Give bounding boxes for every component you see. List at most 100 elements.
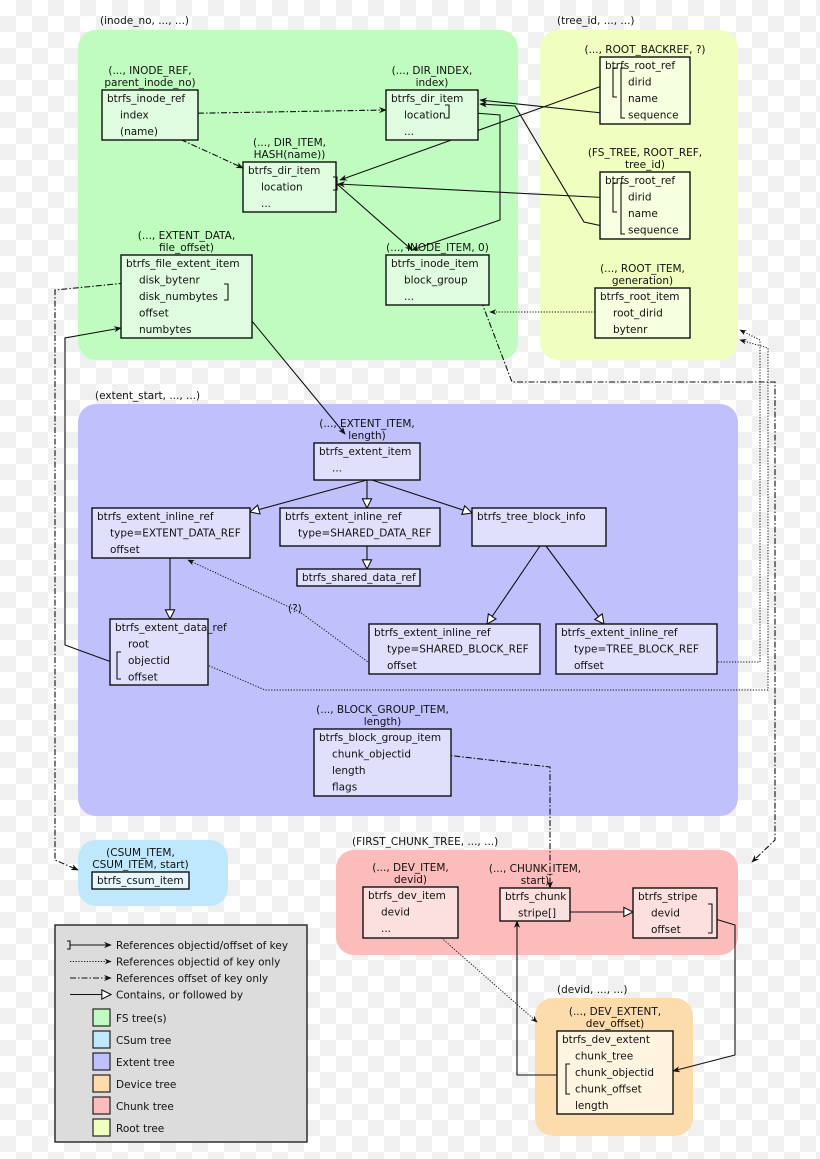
legend-swatch: [92, 1074, 111, 1093]
struct-field: location: [261, 182, 303, 194]
struct-field: type=SHARED_DATA_REF: [298, 528, 432, 540]
struct-field: ...: [381, 923, 391, 935]
uncertain-label: (?): [288, 603, 302, 615]
struct-field: root_dirid: [613, 308, 663, 320]
struct-field: root: [128, 639, 149, 651]
struct-tree-block-info: btrfs_tree_block_info: [471, 507, 607, 547]
struct-field: chunk_tree: [575, 1051, 633, 1063]
item-key: (..., DEV_EXTENT,: [569, 1006, 661, 1018]
item-key: (..., DIR_ITEM,: [253, 137, 326, 149]
item-key: (..., EXTENT_ITEM,: [319, 418, 415, 430]
item-key: parent_inode_no): [104, 77, 195, 89]
struct-title: btrfs_inode_ref: [107, 93, 185, 105]
item-key: tree_id): [625, 159, 665, 171]
item-key: generation): [612, 275, 673, 287]
struct-field: offset: [139, 308, 169, 320]
struct-root-item: (..., ROOT_ITEM,generation) btrfs_root_it…: [594, 263, 691, 339]
legend-label: References offset of key only: [116, 973, 268, 985]
legend-tree-label: CSum tree: [116, 1035, 171, 1047]
struct-inline-edr: btrfs_extent_inline_ref type=EXTENT_DATA_…: [91, 507, 251, 559]
item-key: (..., INODE_REF,: [108, 65, 191, 77]
struct-field: name: [628, 93, 658, 105]
struct-field: offset: [128, 672, 158, 684]
struct-title: btrfs_extent_inline_ref: [97, 511, 214, 523]
struct-field: offset: [651, 924, 681, 936]
struct-field: block_group: [404, 275, 468, 287]
struct-field: type=TREE_BLOCK_REF: [574, 644, 699, 656]
region-label-extent: (extent_start, ..., ...): [95, 390, 200, 402]
legend-swatch: [92, 1052, 111, 1071]
struct-dir-index: (..., DIR_INDEX,index) btrfs_dir_itemloca…: [385, 65, 479, 141]
item-key: length): [364, 716, 402, 728]
item-key: (..., INODE_ITEM, 0): [386, 242, 489, 254]
region-label-chunk: (FIRST_CHUNK_TREE, ..., ...): [352, 836, 498, 848]
struct-title: btrfs_extent_data_ref: [115, 622, 227, 634]
legend-tree-label: Extent tree: [116, 1057, 175, 1069]
struct-inline-tbr: btrfs_extent_inline_ref type=TREE_BLOCK_R…: [555, 623, 718, 675]
struct-field: offset: [387, 660, 417, 672]
legend-label: References objectid/offset of key: [116, 940, 288, 952]
struct-title: btrfs_extent_inline_ref: [374, 627, 491, 639]
legend-swatch: [92, 1030, 111, 1049]
struct-title: btrfs_dir_item: [248, 165, 320, 177]
struct-csum-item: (CSUM_ITEM,CSUM_ITEM, start) btrfs_csum_i…: [91, 847, 190, 890]
struct-field: ...: [261, 198, 271, 210]
struct-field: type=EXTENT_DATA_REF: [110, 528, 241, 540]
struct-field: dirid: [628, 77, 651, 89]
struct-field: type=SHARED_BLOCK_REF: [387, 644, 529, 656]
item-key: (..., EXTENT_DATA,: [138, 230, 235, 242]
item-key: (..., DEV_ITEM,: [372, 862, 448, 874]
struct-field: name: [628, 208, 658, 220]
struct-field: offset: [110, 544, 140, 556]
struct-title: btrfs_csum_item: [97, 875, 184, 887]
btrfs-structure-diagram: (inode_no, ..., ...) (tree_id, ..., ...) (…: [54, 15, 776, 1143]
struct-title: btrfs_block_group_item: [319, 732, 441, 744]
struct-title: btrfs_root_ref: [605, 60, 675, 72]
item-key: index): [416, 77, 449, 89]
struct-stripe: btrfs_stripedevid offset: [632, 887, 718, 939]
struct-inline-sbr: btrfs_extent_inline_ref type=SHARED_BLOCK…: [368, 623, 541, 675]
struct-field: dirid: [628, 192, 651, 204]
item-key: length): [348, 430, 386, 442]
item-key: (..., DIR_INDEX,: [392, 65, 473, 77]
struct-field: sequence: [628, 225, 679, 237]
struct-shared-data-ref: btrfs_shared_data_ref: [296, 568, 421, 587]
struct-dev-item: (..., DEV_ITEM,devid) btrfs_dev_itemdevid…: [362, 862, 459, 939]
struct-field: disk_numbytes: [139, 291, 218, 303]
item-key: (FS_TREE, ROOT_REF,: [588, 147, 702, 159]
struct-title: btrfs_dev_item: [368, 890, 446, 902]
region-label-device: (devid, ..., ...): [557, 984, 628, 996]
struct-field: bytenr: [613, 324, 648, 336]
struct-field: chunk_objectid: [332, 749, 411, 761]
struct-title: btrfs_stripe: [638, 891, 697, 903]
struct-field: index: [120, 110, 149, 122]
struct-title: btrfs_dev_extent: [562, 1034, 650, 1046]
region-label-fs: (inode_no, ..., ...): [100, 15, 189, 27]
struct-field: (name): [120, 126, 158, 138]
item-key: devid): [394, 874, 427, 886]
struct-field: devid: [381, 907, 410, 919]
struct-field: ...: [404, 126, 414, 138]
item-key: HASH(name)): [254, 149, 326, 161]
struct-title: btrfs_chunk: [505, 891, 567, 903]
legend-swatch: [92, 1096, 111, 1115]
struct-field: objectid: [128, 655, 170, 667]
struct-field: ...: [404, 291, 414, 303]
struct-chunk: (..., CHUNK_ITEM,start) btrfs_chunkstripe…: [489, 863, 581, 922]
legend-label: Contains, or followed by: [116, 990, 243, 1002]
struct-field: stripe[]: [518, 908, 556, 920]
struct-extent-item: (..., EXTENT_ITEM,length) btrfs_extent_it…: [313, 418, 421, 481]
item-key: dev_offset): [586, 1018, 644, 1030]
legend-swatch: [92, 1118, 111, 1137]
item-key: file_offset): [159, 242, 214, 254]
struct-title: btrfs_root_ref: [605, 175, 675, 187]
struct-title: btrfs_extent_item: [319, 446, 411, 458]
struct-title: btrfs_dir_item: [391, 93, 463, 105]
struct-inline-sdr: btrfs_extent_inline_ref type=SHARED_DATA_…: [279, 507, 441, 547]
struct-title: btrfs_file_extent_item: [126, 258, 240, 270]
legend-tree-label: FS tree(s): [116, 1013, 167, 1025]
legend-tree-label: Device tree: [116, 1079, 176, 1091]
struct-title: btrfs_root_item: [600, 291, 680, 303]
item-key: (..., ROOT_BACKREF, ?): [584, 44, 705, 56]
item-key: (..., BLOCK_GROUP_ITEM,: [316, 704, 449, 716]
